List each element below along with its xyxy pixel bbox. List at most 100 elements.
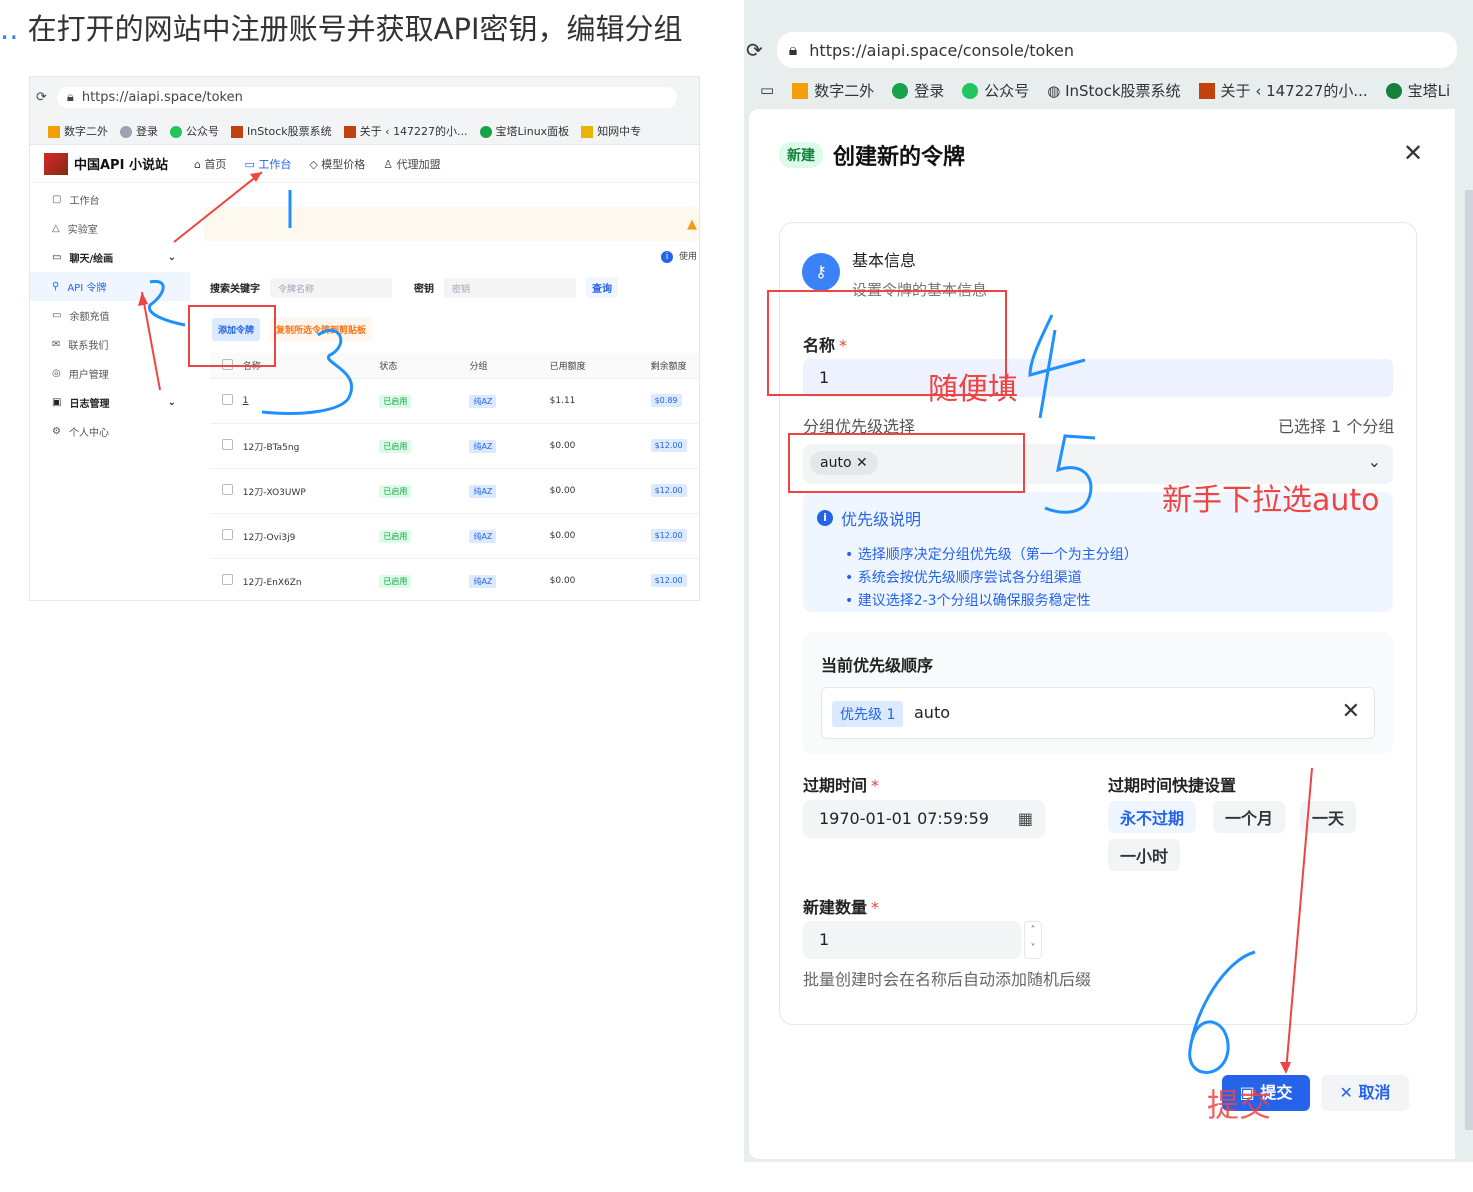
priority-note-title: i 优先级说明 <box>817 506 921 530</box>
query-button[interactable]: 查询 <box>586 277 618 298</box>
bookmark-item[interactable]: 公众号 <box>170 123 219 139</box>
close-icon[interactable]: ✕ <box>1403 139 1423 167</box>
priority-value: auto <box>914 703 951 722</box>
brand[interactable]: 中国API 小说站 <box>44 152 168 175</box>
left-url-text: https://aiapi.space/token <box>81 89 243 105</box>
chevron-down-icon[interactable]: ⌄ <box>1368 452 1381 471</box>
bookmark-item[interactable]: ◍ InStock股票系统 <box>1047 80 1180 101</box>
search-bar: 搜索关键字 令牌名称 密钥 密钥 查询 <box>210 277 699 298</box>
left-address-bar: ⟳ 🔒︎ https://aiapi.space/token <box>30 77 699 117</box>
sidebar-item-api-token[interactable]: ⚲ API 令牌 <box>30 272 190 301</box>
right-screenshot: ⟳ 🔒︎ https://aiapi.space/console/token ▭… <box>744 0 1473 1162</box>
sidebar-item-logs[interactable]: ▣ 日志管理 ⌄ <box>30 388 190 417</box>
sidebar-item-topup[interactable]: ▭ 余额充值 <box>30 301 190 330</box>
sidebar-item-profile[interactable]: ⚙ 个人中心 <box>30 417 190 446</box>
nav-home[interactable]: ⌂ 首页 <box>194 156 226 172</box>
reload-icon[interactable]: ⟳ <box>36 90 47 105</box>
new-badge: 新建 <box>779 142 823 168</box>
remove-icon[interactable]: ✕ <box>1342 699 1360 724</box>
bookmark-item[interactable]: InStock股票系统 <box>231 123 332 139</box>
left-bookmarks-bar: 数字二外 登录 公众号 InStock股票系统 关于 ‹ 147227的小...… <box>30 117 699 145</box>
brand-logo-icon <box>44 152 68 175</box>
annotation-group-hint: 新手下拉选auto <box>1162 483 1380 518</box>
table-row[interactable]: 12刀-Ovi3j9 已启用 纯AZ $0.00 $12.00 <box>210 514 699 559</box>
bookmark-item[interactable]: 宝塔Li <box>1385 80 1450 101</box>
scrollbar[interactable] <box>1465 190 1473 1130</box>
key-input[interactable]: 密钥 <box>444 277 576 298</box>
modal-header: 新建 创建新的令牌 <box>779 139 965 171</box>
annotation-submit-hint: 提交 <box>1207 1086 1272 1124</box>
bookmark-item[interactable]: 数字二外 <box>792 80 874 101</box>
note-item: • 选择顺序决定分组优先级（第一个为主分组） <box>845 547 1138 563</box>
one-hour-button[interactable]: 一小时 <box>1108 839 1181 871</box>
warning-banner: ▲ <box>204 207 699 241</box>
priority-order-item: 优先级 1 auto ✕ <box>821 687 1375 739</box>
bookmark-item[interactable]: 宝塔Linux面板 <box>479 123 569 139</box>
page-heading: .. 在打开的网站中注册账号并获取API密钥，编辑分组 <box>0 6 683 48</box>
info-icon: i <box>817 510 833 526</box>
row-checkbox[interactable] <box>222 484 233 495</box>
sidebar-item-users[interactable]: ◎ 用户管理 <box>30 359 190 388</box>
heading-text: 在打开的网站中注册账号并获取API密钥，编辑分组 <box>27 12 683 46</box>
one-day-button[interactable]: 一天 <box>1300 801 1357 833</box>
quantity-stepper[interactable]: ˄ ˅ <box>1024 921 1042 959</box>
priority-order-title: 当前优先级顺序 <box>821 656 934 675</box>
bookmark-item[interactable]: 数字二外 <box>48 123 108 139</box>
warning-icon: ▲ <box>687 217 697 232</box>
count-hint: 批量创建时会在名称后自动添加随机后缀 <box>803 970 1092 989</box>
sidebar-item-workspace[interactable]: ▢ 工作台 <box>30 185 190 214</box>
row-checkbox[interactable] <box>222 529 233 540</box>
tab-search-icon[interactable]: ▭ <box>760 81 774 99</box>
row-checkbox[interactable] <box>222 394 233 405</box>
info-icon: i <box>660 251 673 263</box>
sidebar-item-contact[interactable]: ✉ 联系我们 <box>30 330 190 359</box>
heading-dots: .. <box>0 12 19 46</box>
right-url-text: https://aiapi.space/console/token <box>809 40 1074 60</box>
bookmark-item[interactable]: 知网中专 <box>581 123 641 139</box>
left-main: ▲ i 使用 搜索关键字 令牌名称 密钥 密钥 查询 添加令牌 复制所选令牌到剪贴… <box>192 185 699 600</box>
key-icon: ⚷ <box>802 253 840 291</box>
table-row[interactable]: 12刀-XO3UWP 已启用 纯AZ $0.00 $12.00 <box>210 469 699 514</box>
create-token-modal: 新建 创建新的令牌 ✕ ⚷ 基本信息 设置令牌的基本信息 名称 * 1 分组优先级… <box>749 109 1455 1159</box>
modal-title: 创建新的令牌 <box>833 145 966 170</box>
left-screenshot: ⟳ 🔒︎ https://aiapi.space/token 数字二外 登录 公… <box>29 76 700 601</box>
one-month-button[interactable]: 一个月 <box>1213 801 1286 833</box>
token-name-input[interactable]: 令牌名称 <box>270 277 392 298</box>
row-checkbox[interactable] <box>222 574 233 585</box>
table-header: 名称 状态 分组 已用额度 剩余额度 <box>210 353 699 379</box>
usage-hint[interactable]: i 使用 <box>192 249 699 263</box>
copy-tokens-button[interactable]: 复制所选令牌到剪贴板 <box>270 318 373 341</box>
lock-icon: 🔒︎ <box>66 89 74 105</box>
expire-input[interactable]: 1970-01-01 07:59:59 ▦ <box>803 800 1045 838</box>
nav-workspace[interactable]: ▭ 工作台 <box>244 156 291 172</box>
note-item: • 建议选择2-3个分组以确保服务稳定性 <box>845 593 1091 609</box>
sidebar-item-lab[interactable]: △ 实验室 <box>30 214 190 243</box>
sidebar-item-chat[interactable]: ▭ 聊天/绘画 ⌄ <box>30 243 190 272</box>
table-row[interactable]: 1 已启用 纯AZ $1.11 $0.89 <box>210 379 699 424</box>
highlight-group-field <box>788 433 1025 493</box>
bookmark-item[interactable]: 登录 <box>120 123 158 139</box>
row-checkbox[interactable] <box>222 439 233 450</box>
cancel-button[interactable]: ✕ 取消 <box>1321 1075 1409 1111</box>
bookmark-item[interactable]: 关于 ‹ 147227的小... <box>1198 80 1368 101</box>
never-expire-button[interactable]: 永不过期 <box>1108 801 1197 833</box>
group-count: 已选择 1 个分组 <box>1278 417 1395 436</box>
calendar-icon[interactable]: ▦ <box>1018 800 1033 838</box>
quick-expire-label: 过期时间快捷设置 <box>1108 776 1237 795</box>
table-row[interactable]: 12刀-EnX6Zn 已启用 纯AZ $0.00 $12.00 <box>210 559 699 600</box>
reload-icon[interactable]: ⟳ <box>746 38 763 62</box>
count-input[interactable]: 1 <box>803 921 1021 959</box>
nav-agency[interactable]: ♙ 代理加盟 <box>383 156 440 172</box>
bookmark-item[interactable]: 关于 ‹ 147227的小... <box>343 123 468 139</box>
bookmark-item[interactable]: 公众号 <box>962 80 1029 101</box>
table-row[interactable]: 12刀-BTa5ng 已启用 纯AZ $0.00 $12.00 <box>210 424 699 469</box>
right-bookmarks-bar: ▭ 数字二外 登录 公众号 ◍ InStock股票系统 关于 ‹ 147227的… <box>744 72 1473 108</box>
priority-badge: 优先级 1 <box>832 701 904 727</box>
bookmark-item[interactable]: 登录 <box>892 80 944 101</box>
right-url-field[interactable]: 🔒︎ https://aiapi.space/console/token <box>776 32 1457 68</box>
left-url-field[interactable]: 🔒︎ https://aiapi.space/token <box>56 86 677 108</box>
expire-label: 过期时间 * <box>803 776 880 795</box>
nav-pricing[interactable]: ◇ 模型价格 <box>309 156 365 172</box>
annotation-name-hint: 随便填 <box>928 372 1018 407</box>
right-address-bar: ⟳ 🔒︎ https://aiapi.space/console/token <box>744 30 1473 70</box>
